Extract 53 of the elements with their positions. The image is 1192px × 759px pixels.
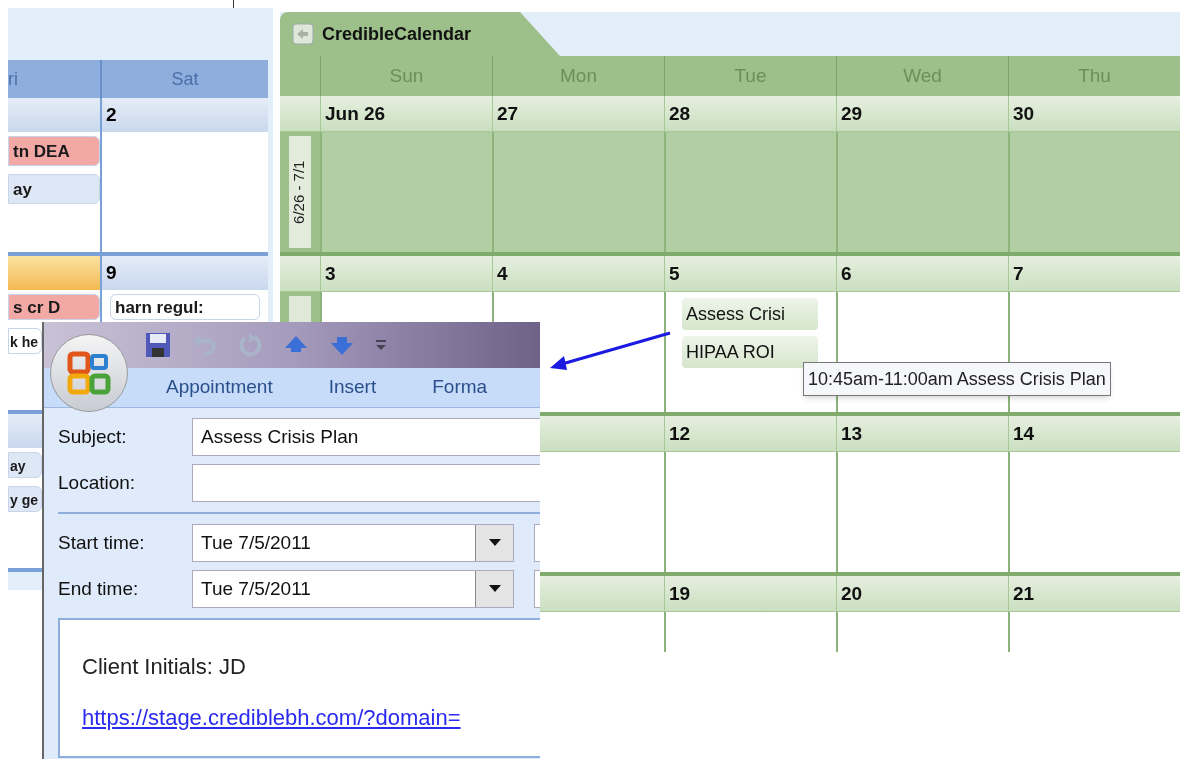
day-name: ri <box>8 68 19 91</box>
event-item[interactable]: y ge <box>8 486 42 512</box>
date-label: 6 <box>841 263 852 284</box>
field-label: Subject: <box>58 424 128 449</box>
date-label: 3 <box>325 263 336 284</box>
date-label: 30 <box>1013 103 1035 124</box>
week-label[interactable]: 6/26 - 7/1 <box>289 136 311 248</box>
date-label: 20 <box>841 583 863 604</box>
tab-title: CredibleCalendar <box>322 22 472 46</box>
dropdown-button[interactable] <box>475 525 513 561</box>
save-icon[interactable] <box>144 331 172 359</box>
field-label: Start time: <box>58 530 146 555</box>
date-label: 28 <box>669 103 691 124</box>
date-label: 27 <box>497 103 519 124</box>
date-label: 9 <box>105 262 118 283</box>
ribbon-tab[interactable]: Forma <box>432 373 488 402</box>
event-item[interactable]: ay <box>8 452 42 478</box>
tooltip: 10:45am-11:00am Assess Crisis Plan <box>803 362 1111 396</box>
link[interactable]: https://stage.crediblebh.com/?domain= <box>82 701 540 734</box>
dropdown-button[interactable] <box>475 571 513 607</box>
date-field[interactable]: Tue 7/5/2011 <box>192 524 514 562</box>
ribbon-tab[interactable]: Appointment <box>166 373 273 402</box>
text-field[interactable]: Assess Crisis Plan <box>192 418 540 456</box>
date-label: 5 <box>669 263 680 284</box>
event-item[interactable]: tn DEA <box>8 136 100 166</box>
notes-area[interactable]: Client Initials: JD https://stage.crediblebh.com/?domain= <box>58 618 540 758</box>
event-item[interactable]: HIPAA ROI <box>682 336 818 368</box>
date-label: Jun 26 <box>325 103 386 124</box>
date-label: 14 <box>1013 423 1035 444</box>
date-label: 19 <box>669 583 691 604</box>
event-item[interactable]: ay <box>8 174 100 204</box>
field-label: End time: <box>58 576 140 601</box>
date-label: 13 <box>841 423 863 444</box>
caret-icon <box>488 539 501 547</box>
body-text: Client Initials: JD <box>82 653 247 681</box>
event-item[interactable]: harn regul: <box>110 294 260 320</box>
event-item[interactable]: k he <box>8 328 42 354</box>
text-field[interactable] <box>192 464 540 502</box>
date-label: 7 <box>1013 263 1024 284</box>
date-field[interactable]: Tue 7/5/2011 <box>192 570 514 608</box>
event-item[interactable]: Assess Crisi <box>682 298 818 330</box>
customize-icon[interactable] <box>374 337 388 353</box>
date-label: 21 <box>1013 583 1035 604</box>
date-label: 2 <box>105 104 118 125</box>
date-label: 29 <box>841 103 863 124</box>
date-label: 4 <box>497 263 508 284</box>
date-label: 12 <box>669 423 691 444</box>
field-label: Location: <box>58 470 137 495</box>
ribbon-tab[interactable]: Insert <box>328 373 377 402</box>
event-item[interactable]: s cr D <box>8 294 100 320</box>
calendar-tab[interactable]: CredibleCalendar <box>280 12 560 56</box>
office-logo-icon <box>66 350 112 396</box>
caret-icon <box>488 585 501 593</box>
